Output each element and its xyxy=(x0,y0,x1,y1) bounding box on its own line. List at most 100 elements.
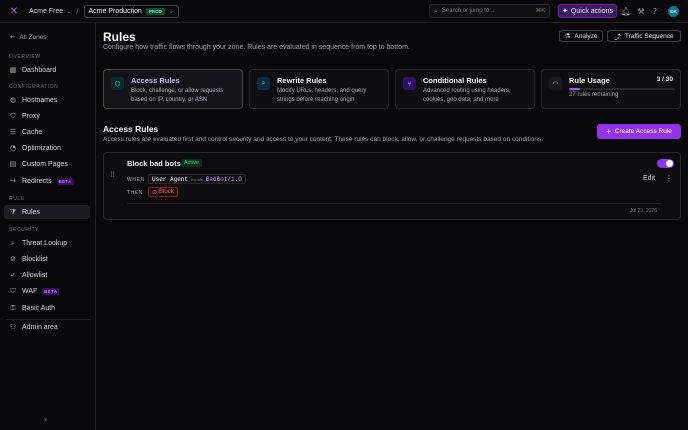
sidebar-item-label: Allowlist xyxy=(22,271,48,279)
collapse-sidebar-icon[interactable]: ‹ xyxy=(44,415,47,424)
status-badge: Active xyxy=(181,159,202,167)
sidebar-item-dashboard[interactable]: ▦ Dashboard xyxy=(4,63,90,77)
traffic-sequence-button[interactable]: ⤴ Traffic Sequence xyxy=(607,30,681,42)
sidebar-item-label: Cache xyxy=(22,128,43,136)
help-icon[interactable]: ? xyxy=(650,6,660,16)
block-icon: ⊘ xyxy=(152,188,158,196)
check-circle-icon: ✓ xyxy=(10,271,16,279)
grid-icon: ▦ xyxy=(9,66,17,74)
logo-icon[interactable]: ✕ xyxy=(8,5,20,17)
main-content: Rules Configure how traffic flows throug… xyxy=(96,23,688,430)
card-title: Rewrite Rules xyxy=(277,76,327,85)
sidebar-item-admin-area[interactable]: ⚇ Admin area xyxy=(4,320,90,334)
card-access-rules[interactable]: ⬡ Access Rules Block, challenge, or allo… xyxy=(103,69,243,109)
tools-icon[interactable]: ⚒ xyxy=(636,6,646,16)
create-label: Create Access Rule xyxy=(614,128,672,135)
sidebar-item-label: WAF xyxy=(22,287,38,295)
bell-icon[interactable]: 🔔︎ xyxy=(621,6,631,16)
gauge-icon: ◔ xyxy=(9,144,17,152)
usage-progress-fill xyxy=(569,88,580,90)
card-conditional-rules[interactable]: ⑂ Conditional Rules Advanced routing usi… xyxy=(395,69,535,109)
sidebar-item-redirects[interactable]: ↪ Redirects BETA xyxy=(4,174,90,188)
edit-rule-button[interactable]: Edit xyxy=(643,175,655,182)
rule-enabled-toggle[interactable] xyxy=(657,159,674,168)
sidebar-item-label: Threat Lookup xyxy=(22,239,68,247)
branch-icon: ⑂ xyxy=(403,77,416,90)
breadcrumb-separator: / xyxy=(76,6,79,16)
sidebar-item-rules[interactable]: ⧩ Rules xyxy=(4,205,90,219)
rule-row[interactable]: ⠿ Block bad bots Active WHEN User Agent … xyxy=(103,152,681,220)
usage-count: 3 / 30 xyxy=(656,76,673,83)
usage-progress-bar xyxy=(569,88,675,90)
shield-icon: ⛉ xyxy=(10,111,16,120)
rewrite-icon: ⌕ xyxy=(257,77,270,90)
zone-switcher[interactable]: Acme Production PROD ⌄ xyxy=(83,4,179,18)
sidebar-item-label: Proxy xyxy=(22,112,40,120)
sidebar-item-blocklist[interactable]: ⊘ Blocklist xyxy=(4,252,90,266)
page-title: Rules xyxy=(103,30,136,44)
avatar[interactable]: DK xyxy=(668,6,679,17)
analyze-label: Analyze xyxy=(574,32,598,40)
card-description: Modify URLs, headers, and query strings … xyxy=(277,88,367,103)
sidebar-item-label: Hostnames xyxy=(22,96,58,104)
sidebar-item-label: Basic Auth xyxy=(22,304,56,312)
section-rule: RULE xyxy=(9,196,25,202)
sidebar-item-waf[interactable]: ⛉ WAF BETA xyxy=(4,284,90,298)
sidebar-item-basic-auth[interactable]: ⚿ Basic Auth xyxy=(4,301,90,315)
sidebar-item-threat-lookup[interactable]: ⌕ Threat Lookup xyxy=(4,236,90,250)
account-switcher[interactable]: Acme Free ⌄ xyxy=(29,8,71,15)
card-title: Access Rules xyxy=(131,76,180,85)
zone-name: Acme Production xyxy=(88,7,142,15)
when-label: WHEN xyxy=(127,177,145,183)
flask-icon: ⚗ xyxy=(564,32,571,40)
then-label: THEN xyxy=(127,190,144,196)
usage-title: Rule Usage xyxy=(569,76,610,85)
sidebar-item-label: Admin area xyxy=(22,323,58,331)
zone-env-badge: PROD xyxy=(145,7,165,15)
sidebar-item-label: Redirects xyxy=(22,177,52,185)
card-description: Advanced routing using headers, cookies,… xyxy=(423,88,511,103)
search-shortcut: ⌘K xyxy=(535,8,545,14)
search-input[interactable]: ⌕ Search or jump to... ⌘K xyxy=(429,4,550,18)
lock-icon: ⚿ xyxy=(10,303,16,312)
search-icon: ⌕ xyxy=(11,238,15,247)
block-icon: ⊘ xyxy=(10,255,16,263)
condition-field: User Agent xyxy=(152,175,189,183)
rule-divider xyxy=(127,203,661,204)
toggle-knob xyxy=(666,160,673,167)
all-zones-label: All Zones xyxy=(19,33,47,41)
rule-name: Block bad bots xyxy=(127,159,181,168)
sidebar-item-proxy[interactable]: ⛉ Proxy xyxy=(4,109,90,123)
section-title: Access Rules xyxy=(103,124,159,134)
beta-badge: BETA xyxy=(56,177,74,185)
card-rule-usage: ◠ Rule Usage 3 / 30 27 rules remaining xyxy=(541,69,681,109)
account-name: Acme Free xyxy=(29,7,64,15)
card-description: Block, challenge, or allow requests base… xyxy=(131,88,224,103)
more-options-icon[interactable]: ⋮ xyxy=(665,174,673,183)
section-overview: OVERVIEW xyxy=(9,54,41,60)
sidebar-item-label: Blocklist xyxy=(22,255,48,263)
traffic-sequence-label: Traffic Sequence xyxy=(624,32,674,40)
database-icon: ☰ xyxy=(9,128,17,136)
card-rewrite-rules[interactable]: ⌕ Rewrite Rules Modify URLs, headers, an… xyxy=(249,69,389,109)
card-title: Conditional Rules xyxy=(423,76,487,85)
sidebar-item-hostnames[interactable]: ◍ Hostnames xyxy=(4,93,90,107)
all-zones-link[interactable]: ← All Zones xyxy=(10,33,47,41)
rule-action-badge: ⊘ Block xyxy=(148,187,178,197)
section-subtitle: Access rules are evaluated first and con… xyxy=(103,136,543,143)
filter-icon: ⧩ xyxy=(9,207,17,216)
sidebar-item-label: Optimization xyxy=(22,144,61,152)
quick-actions-button[interactable]: ✦ Quick actions xyxy=(558,4,617,18)
sidebar-item-allowlist[interactable]: ✓ Allowlist xyxy=(4,268,90,282)
shield-icon: ⬡ xyxy=(111,77,124,90)
sidebar: ← All Zones OVERVIEW ▦ Dashboard CONFIGU… xyxy=(0,23,96,430)
drag-handle-icon[interactable]: ⠿ xyxy=(110,171,115,179)
chevron-down-icon: ⌄ xyxy=(168,7,174,15)
rule-date: Jul 23, 2026 xyxy=(629,208,657,214)
analyze-button[interactable]: ⚗ Analyze xyxy=(559,30,603,42)
sidebar-item-cache[interactable]: ☰ Cache xyxy=(4,125,90,139)
sidebar-item-custom-pages[interactable]: ▤ Custom Pages xyxy=(4,157,90,171)
sidebar-item-optimization[interactable]: ◔ Optimization xyxy=(4,141,90,155)
condition-operator: equals xyxy=(191,176,203,182)
create-access-rule-button[interactable]: + Create Access Rule xyxy=(597,124,681,139)
